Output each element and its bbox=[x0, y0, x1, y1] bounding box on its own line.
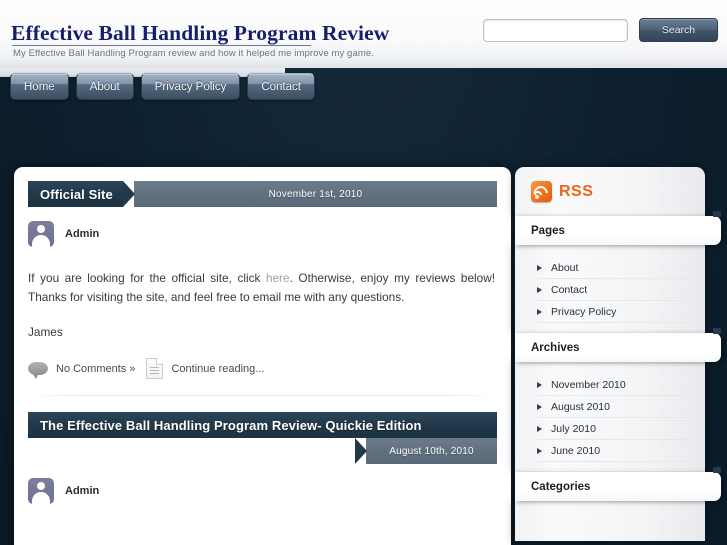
header-notch bbox=[713, 211, 721, 217]
sidebar-item-label: June 2010 bbox=[551, 444, 601, 457]
post-title[interactable]: The Effective Ball Handling Program Revi… bbox=[28, 412, 497, 438]
sidebar-item-november-2010[interactable]: November 2010 bbox=[537, 374, 691, 396]
arrow-bullet-icon bbox=[537, 308, 542, 315]
sidebar-item-contact[interactable]: Contact bbox=[537, 279, 691, 301]
post-body: If you are looking for the official site… bbox=[28, 269, 497, 342]
sidebar-panel-archives: November 2010 August 2010 July 2010 June… bbox=[515, 362, 705, 472]
page-root: Effective Ball Handling Program Review M… bbox=[0, 0, 727, 545]
rss-feed-link[interactable]: RSS bbox=[515, 167, 705, 216]
search-area: Search bbox=[483, 18, 718, 42]
sidebar: RSS Pages About Contact Privacy Policy A… bbox=[515, 167, 721, 541]
comments-count-label: No Comments » bbox=[56, 362, 136, 375]
sidebar-rss-panel: RSS bbox=[515, 167, 705, 216]
header-notch bbox=[713, 328, 721, 334]
sidebar-item-label: Contact bbox=[551, 283, 588, 296]
post-paragraph: If you are looking for the official site… bbox=[28, 269, 495, 307]
post-header-arrow-icon bbox=[355, 438, 367, 464]
sidebar-item-label: About bbox=[551, 261, 579, 274]
post-byline: Admin bbox=[28, 478, 497, 504]
post-quickie-edition: The Effective Ball Handling Program Revi… bbox=[28, 412, 497, 504]
post-header-row: The Effective Ball Handling Program Revi… bbox=[28, 412, 497, 464]
sidebar-item-august-2010[interactable]: August 2010 bbox=[537, 396, 691, 418]
title-underline bbox=[12, 45, 311, 46]
post-title[interactable]: Official Site bbox=[28, 181, 123, 207]
rss-arc-outer bbox=[531, 182, 551, 202]
continue-reading-label: Continue reading... bbox=[171, 362, 265, 375]
search-button[interactable]: Search bbox=[639, 18, 718, 42]
comment-bubble-icon bbox=[28, 362, 48, 379]
arrow-bullet-icon bbox=[537, 447, 542, 454]
site-header: Effective Ball Handling Program Review M… bbox=[0, 0, 727, 68]
search-input[interactable] bbox=[483, 18, 628, 42]
post-divider bbox=[28, 395, 497, 396]
post-date-row: August 10th, 2010 bbox=[28, 438, 497, 464]
nav-item-about[interactable]: About bbox=[75, 73, 134, 100]
document-icon bbox=[146, 358, 164, 379]
nav-item-list: Home About Privacy Policy Contact bbox=[10, 73, 315, 100]
continue-reading-link[interactable]: Continue reading... bbox=[146, 358, 264, 379]
header-notch bbox=[713, 467, 721, 473]
sidebar-item-privacy-policy[interactable]: Privacy Policy bbox=[537, 301, 691, 323]
sidebar-item-label: Privacy Policy bbox=[551, 305, 617, 318]
post-author: Admin bbox=[65, 228, 100, 240]
comments-link[interactable]: No Comments » bbox=[28, 362, 136, 379]
post-date: August 10th, 2010 bbox=[366, 438, 497, 464]
sidebar-item-label: August 2010 bbox=[551, 400, 610, 413]
sidebar-section-header-archives: Archives bbox=[515, 328, 721, 362]
sidebar-section-header-categories: Categories bbox=[515, 467, 721, 501]
post-official-site: Official Site November 1st, 2010 Admin I… bbox=[28, 181, 497, 396]
post-signature: James bbox=[28, 325, 63, 339]
arrow-bullet-icon bbox=[537, 264, 542, 271]
here-link[interactable]: here bbox=[266, 271, 290, 285]
main-content-card: Official Site November 1st, 2010 Admin I… bbox=[14, 167, 511, 545]
post-header-row: Official Site November 1st, 2010 bbox=[28, 181, 497, 207]
post-meta-row: No Comments » Continue reading... bbox=[28, 358, 497, 379]
arrow-bullet-icon bbox=[537, 286, 542, 293]
sidebar-section-header-pages: Pages bbox=[515, 211, 721, 245]
nav-item-contact[interactable]: Contact bbox=[247, 73, 315, 100]
nav-item-home[interactable]: Home bbox=[10, 73, 69, 100]
sidebar-panel-categories bbox=[515, 501, 705, 541]
content-wrapper: Official Site November 1st, 2010 Admin I… bbox=[0, 104, 727, 545]
post-byline: Admin bbox=[28, 221, 497, 247]
post-text-lead: If you are looking for the official site… bbox=[28, 271, 266, 285]
sidebar-item-label: July 2010 bbox=[551, 422, 596, 435]
post-author: Admin bbox=[65, 485, 100, 497]
rss-label: RSS bbox=[559, 182, 594, 200]
sidebar-list-archives: November 2010 August 2010 July 2010 June… bbox=[515, 362, 705, 472]
sidebar-item-about[interactable]: About bbox=[537, 257, 691, 279]
nav-item-privacy-policy[interactable]: Privacy Policy bbox=[140, 73, 241, 100]
panel-texture bbox=[515, 501, 705, 541]
arrow-bullet-icon bbox=[537, 425, 542, 432]
site-tagline: My Effective Ball Handling Program revie… bbox=[13, 48, 374, 59]
rss-icon bbox=[531, 181, 552, 202]
sidebar-panel-pages: About Contact Privacy Policy bbox=[515, 245, 705, 333]
post-header-arrow-icon bbox=[122, 181, 135, 207]
avatar bbox=[28, 221, 54, 247]
main-navigation: Home About Privacy Policy Contact bbox=[0, 68, 727, 104]
page-title: Effective Ball Handling Program Review bbox=[11, 21, 390, 45]
sidebar-item-june-2010[interactable]: June 2010 bbox=[537, 440, 691, 462]
post-date: November 1st, 2010 bbox=[133, 181, 497, 207]
arrow-bullet-icon bbox=[537, 381, 542, 388]
sidebar-list-pages: About Contact Privacy Policy bbox=[515, 245, 705, 333]
sidebar-item-label: November 2010 bbox=[551, 378, 626, 391]
avatar bbox=[28, 478, 54, 504]
arrow-bullet-icon bbox=[537, 403, 542, 410]
sidebar-item-july-2010[interactable]: July 2010 bbox=[537, 418, 691, 440]
